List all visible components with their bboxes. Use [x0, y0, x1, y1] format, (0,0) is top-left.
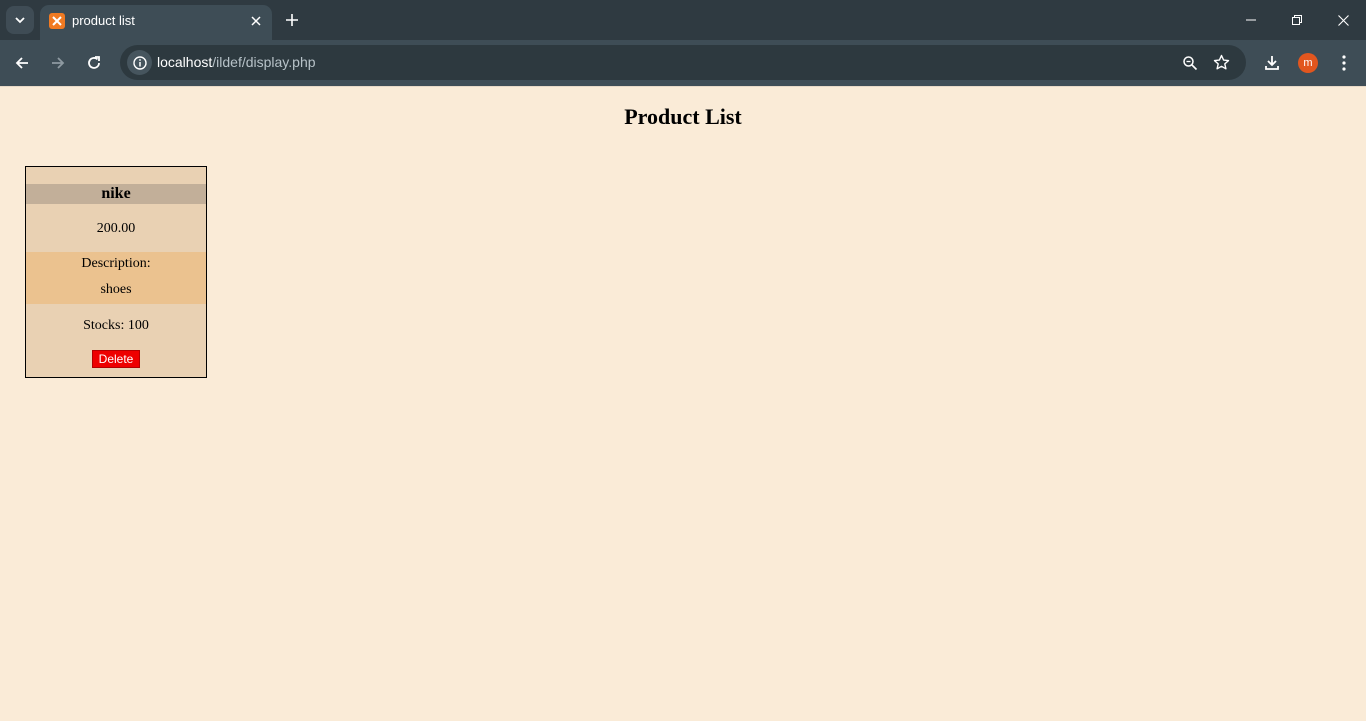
close-icon: [251, 16, 261, 26]
close-icon: [1337, 14, 1349, 26]
info-icon: [132, 55, 147, 70]
download-icon: [1265, 56, 1279, 70]
plus-icon: [286, 14, 298, 26]
url-path: /ildef/display.php: [212, 54, 316, 70]
restore-icon: [1292, 15, 1302, 25]
site-info-button[interactable]: [127, 50, 152, 75]
new-tab-button[interactable]: [280, 8, 304, 32]
downloads-button[interactable]: [1258, 49, 1286, 77]
zoom-icon: [1182, 55, 1197, 70]
product-price: 200.00: [96, 221, 136, 236]
tab-search-button[interactable]: [6, 6, 34, 34]
description-value: shoes: [100, 282, 132, 297]
minimize-icon: [1246, 19, 1256, 21]
zoom-button[interactable]: [1176, 49, 1203, 76]
description-label: Description:: [81, 256, 151, 271]
tab-close-button[interactable]: [246, 11, 266, 31]
address-bar[interactable]: localhost/ildef/display.php: [120, 45, 1246, 80]
active-tab[interactable]: product list: [40, 5, 272, 40]
reload-icon: [88, 56, 100, 69]
back-button[interactable]: [8, 49, 36, 77]
product-description-block: Description: shoes: [26, 252, 206, 304]
menu-button[interactable]: [1330, 49, 1358, 77]
arrow-right-icon: [52, 57, 65, 69]
delete-button[interactable]: Delete: [92, 350, 140, 368]
close-window-button[interactable]: [1320, 0, 1366, 40]
xampp-favicon-icon: [49, 13, 65, 29]
star-icon: [1213, 54, 1230, 70]
product-card: nike 200.00 Description: shoes Stocks: 1…: [25, 166, 207, 378]
browser-toolbar: localhost/ildef/display.php m: [0, 40, 1366, 86]
tab-strip: product list: [0, 0, 1366, 40]
page-title: Product List: [624, 104, 742, 129]
url-text[interactable]: localhost/ildef/display.php: [157, 54, 316, 71]
tab-title: product list: [72, 13, 135, 28]
url-host: localhost: [157, 54, 213, 70]
restore-button[interactable]: [1274, 0, 1320, 40]
profile-avatar[interactable]: m: [1298, 53, 1318, 73]
page-content: Product List nike 200.00 Description: sh…: [0, 87, 1366, 721]
chevron-down-icon: [15, 17, 25, 24]
product-stock: Stocks: 100: [83, 318, 149, 333]
more-vertical-icon: [1342, 55, 1346, 71]
arrow-left-icon: [15, 57, 28, 69]
reload-button[interactable]: [80, 49, 108, 77]
minimize-button[interactable]: [1228, 0, 1274, 40]
forward-button[interactable]: [44, 49, 72, 77]
bookmark-button[interactable]: [1208, 49, 1235, 76]
product-name: nike: [26, 184, 206, 204]
